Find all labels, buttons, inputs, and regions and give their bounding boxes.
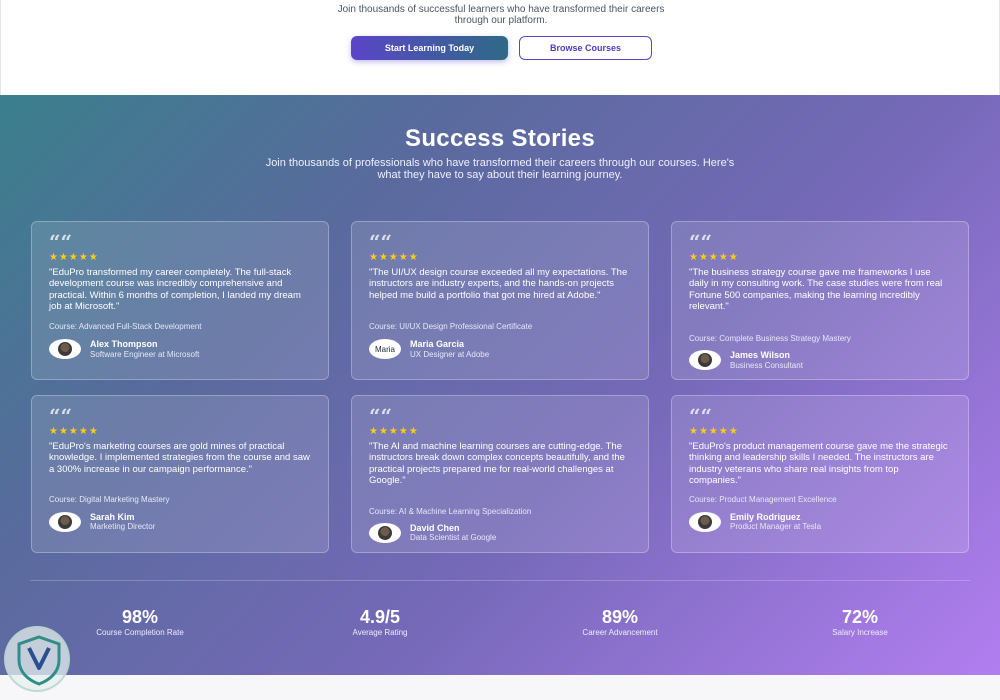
stat-label: Course Completion Rate [96, 628, 184, 637]
avatar [49, 512, 81, 532]
rating-stars-icon: ★★★★★ [369, 426, 419, 437]
author-role: Product Manager at Tesla [730, 522, 822, 531]
course-name: Course: Product Management Excellence [689, 495, 837, 504]
stat-completion-rate: 98% Course Completion Rate [40, 607, 240, 637]
quote-icon: ““ [49, 404, 73, 428]
start-learning-button[interactable]: Start Learning Today [351, 36, 508, 60]
course-name: Course: UI/UX Design Professional Certif… [369, 322, 533, 331]
testimonial-text: "EduPro transformed my career completely… [49, 267, 301, 313]
person-photo-icon [58, 342, 72, 356]
watermark-logo-icon [4, 626, 70, 692]
stat-label: Salary Increase [832, 628, 888, 637]
hero-subtitle-line1: Join thousands of successful learners wh… [337, 4, 665, 15]
rating-stars-icon: ★★★★★ [49, 426, 99, 437]
person-photo-icon [58, 515, 72, 529]
testimonial-text: "EduPro's marketing courses are gold min… [49, 441, 310, 475]
author-role: Data Scientist at Google [410, 533, 497, 542]
testimonial-text: "EduPro's product management course gave… [689, 441, 948, 487]
author-name: David Chen [410, 523, 460, 533]
stat-career-advancement: 89% Career Advancement [520, 607, 720, 637]
quote-icon: ““ [369, 404, 393, 428]
author-role: Marketing Director [90, 522, 156, 531]
avatar [689, 512, 721, 532]
quote-icon: ““ [689, 404, 713, 428]
rating-stars-icon: ★★★★★ [49, 252, 99, 263]
course-name: Course: AI & Machine Learning Specializa… [369, 507, 532, 516]
course-name: Course: Advanced Full-Stack Development [49, 322, 202, 331]
stat-value: 72% [841, 607, 879, 627]
testimonial-text: "The AI and machine learning courses are… [369, 441, 625, 487]
testimonial-card: ““ ★★★★★ "EduPro transformed my career c… [31, 221, 329, 380]
section-title: Success Stories [405, 125, 595, 152]
stat-value: 98% [121, 607, 159, 627]
person-photo-icon [378, 526, 392, 540]
stat-value: 89% [601, 607, 639, 627]
stat-salary-increase: 72% Salary Increase [760, 607, 960, 637]
hero-subtitle-line2: through our platform. [454, 15, 548, 26]
person-photo-icon [698, 353, 712, 367]
stat-average-rating: 4.9/5 Average Rating [280, 607, 480, 637]
author-name: Alex Thompson [90, 339, 158, 349]
hero-subtitle: Join thousands of successful learners wh… [1, 4, 1000, 26]
testimonial-text: "The UI/UX design course exceeded all my… [369, 267, 628, 301]
stat-value: 4.9/5 [359, 607, 401, 627]
author-role: Business Consultant [730, 361, 803, 370]
avatar [689, 350, 721, 370]
stat-label: Career Advancement [582, 628, 658, 637]
stats-divider [30, 580, 970, 581]
rating-stars-icon: ★★★★★ [689, 252, 739, 263]
testimonial-card: ““ ★★★★★ "The UI/UX design course exceed… [351, 221, 649, 380]
avatar-text: Maria [374, 344, 395, 354]
hero-section: Join thousands of successful learners wh… [0, 0, 1000, 95]
next-section-edge [0, 675, 1000, 700]
person-photo-icon [698, 515, 712, 529]
testimonial-card: ““ ★★★★★ "EduPro's product management co… [671, 395, 969, 553]
avatar [49, 339, 81, 359]
section-description: Join thousands of professionals who have… [265, 157, 735, 181]
rating-stars-icon: ★★★★★ [369, 252, 419, 263]
success-stories-section: Success Stories Join thousands of profes… [0, 95, 1000, 675]
course-name: Course: Complete Business Strategy Maste… [689, 334, 851, 343]
author-name: Sarah Kim [90, 512, 135, 522]
quote-icon: ““ [49, 230, 73, 254]
author-name: Emily Rodriguez [730, 512, 801, 522]
avatar: Maria [369, 339, 401, 359]
browse-courses-button[interactable]: Browse Courses [519, 36, 652, 60]
testimonial-card: ““ ★★★★★ "EduPro's marketing courses are… [31, 395, 329, 553]
author-role: Software Engineer at Microsoft [90, 350, 200, 359]
testimonial-card: ““ ★★★★★ "The business strategy course g… [671, 221, 969, 380]
avatar [369, 523, 401, 543]
author-name: Maria Garcia [410, 339, 465, 349]
testimonial-card: ““ ★★★★★ "The AI and machine learning co… [351, 395, 649, 553]
rating-stars-icon: ★★★★★ [689, 426, 739, 437]
quote-icon: ““ [369, 230, 393, 254]
course-name: Course: Digital Marketing Mastery [49, 495, 170, 504]
author-name: James Wilson [730, 350, 790, 360]
quote-icon: ““ [689, 230, 713, 254]
testimonial-text: "The business strategy course gave me fr… [689, 267, 943, 313]
author-role: UX Designer at Adobe [410, 350, 490, 359]
stat-label: Average Rating [352, 628, 408, 637]
